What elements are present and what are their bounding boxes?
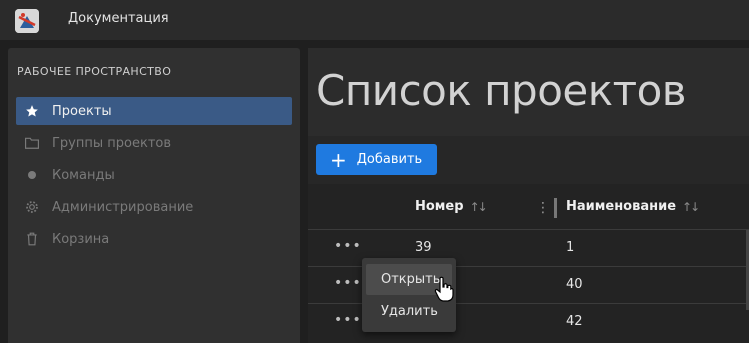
column-header-name[interactable]: Наименование ↑↓ bbox=[566, 184, 700, 229]
sidebar-item-label: Корзина bbox=[52, 231, 110, 247]
trash-icon bbox=[24, 231, 40, 247]
plus-icon: + bbox=[330, 147, 347, 172]
hand-cursor-icon bbox=[434, 276, 454, 302]
sidebar-item-label: Проекты bbox=[52, 103, 112, 119]
add-button-label: Добавить bbox=[356, 152, 423, 167]
page-title: Список проектов bbox=[316, 66, 687, 115]
cell-name: 1 bbox=[566, 240, 575, 255]
top-bar: Документация bbox=[0, 0, 749, 40]
sidebar-item-project-groups[interactable]: Группы проектов bbox=[16, 129, 292, 157]
column-header-label: Наименование bbox=[566, 199, 677, 214]
column-resize-handle[interactable] bbox=[554, 198, 557, 218]
folder-icon bbox=[24, 135, 40, 151]
sort-icon[interactable]: ↑↓ bbox=[682, 200, 700, 214]
sidebar-item-teams[interactable]: Команды bbox=[16, 161, 292, 189]
row-actions-icon[interactable]: ••• bbox=[334, 275, 362, 291]
menu-item-label: Удалить bbox=[381, 304, 438, 319]
sidebar-heading: РАБОЧЕЕ ПРОСТРАНСТВО bbox=[17, 65, 172, 78]
column-menu-icon[interactable]: ⋮ bbox=[536, 201, 550, 215]
cell-name: 42 bbox=[566, 314, 583, 329]
cell-number: 39 bbox=[415, 240, 432, 255]
cell-name: 40 bbox=[566, 277, 583, 292]
gear-icon bbox=[24, 199, 40, 215]
column-header-label: Номер bbox=[415, 199, 464, 214]
sidebar: РАБОЧЕЕ ПРОСТРАНСТВО Проекты Группы прое… bbox=[8, 48, 300, 343]
app-logo-icon[interactable] bbox=[15, 9, 39, 33]
sidebar-item-label: Группы проектов bbox=[52, 135, 172, 151]
sidebar-item-projects[interactable]: Проекты bbox=[16, 97, 292, 125]
app-title: Документация bbox=[68, 11, 169, 26]
sidebar-item-trash[interactable]: Корзина bbox=[16, 225, 292, 253]
dot-icon bbox=[24, 167, 40, 183]
sidebar-item-label: Администрирование bbox=[52, 199, 194, 215]
row-actions-icon[interactable]: ••• bbox=[334, 312, 362, 328]
menu-item-label: Открыть bbox=[381, 272, 441, 287]
row-actions-icon[interactable]: ••• bbox=[334, 238, 362, 254]
add-button[interactable]: + Добавить bbox=[316, 144, 437, 175]
sidebar-item-administration[interactable]: Администрирование bbox=[16, 193, 292, 221]
star-icon bbox=[24, 103, 40, 119]
sidebar-item-label: Команды bbox=[52, 167, 115, 183]
column-header-number[interactable]: Номер ↑↓ bbox=[415, 184, 488, 229]
sort-icon[interactable]: ↑↓ bbox=[470, 200, 488, 214]
